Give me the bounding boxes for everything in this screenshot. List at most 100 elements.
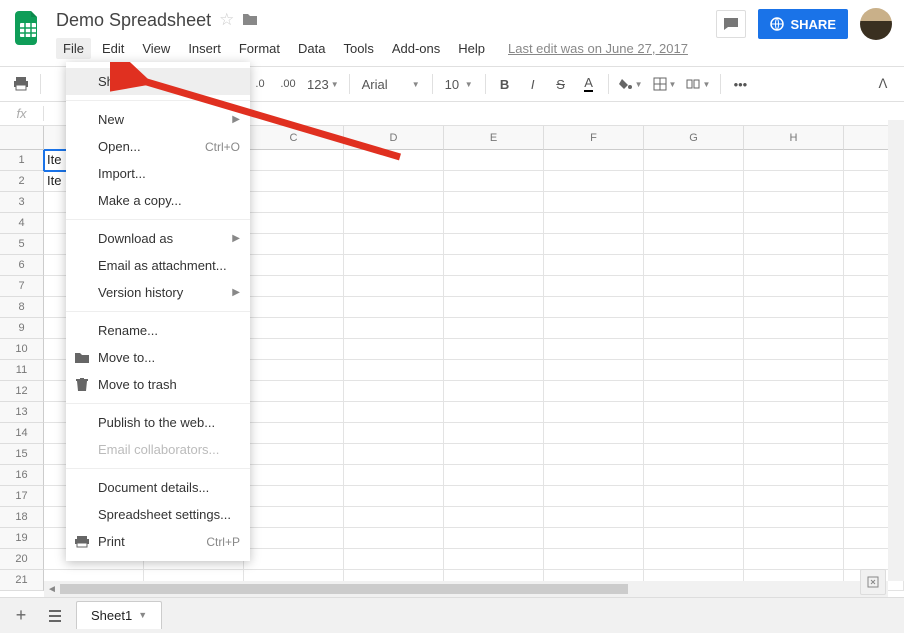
cell[interactable] xyxy=(644,150,744,171)
cell[interactable] xyxy=(344,234,444,255)
cell[interactable] xyxy=(544,549,644,570)
cell[interactable] xyxy=(244,444,344,465)
cell[interactable] xyxy=(344,339,444,360)
row-header[interactable]: 11 xyxy=(0,360,44,381)
column-header[interactable]: F xyxy=(544,126,644,150)
cell[interactable] xyxy=(444,297,544,318)
collapse-toolbar-button[interactable]: ᐱ xyxy=(870,71,896,97)
cell[interactable] xyxy=(344,528,444,549)
menu-view[interactable]: View xyxy=(135,38,177,59)
cell[interactable] xyxy=(244,339,344,360)
cell[interactable] xyxy=(244,255,344,276)
cell[interactable] xyxy=(444,423,544,444)
more-formats-dropdown[interactable]: 123▼ xyxy=(303,71,343,97)
file-menu-item[interactable]: Rename... xyxy=(66,317,250,344)
row-header[interactable]: 10 xyxy=(0,339,44,360)
cell[interactable] xyxy=(344,192,444,213)
cell[interactable] xyxy=(444,213,544,234)
document-title[interactable]: Demo Spreadsheet xyxy=(56,10,211,31)
file-menu-item[interactable]: Move to trash xyxy=(66,371,250,398)
file-menu-item[interactable]: Make a copy... xyxy=(66,187,250,214)
cell[interactable] xyxy=(644,507,744,528)
file-menu-item[interactable]: Import... xyxy=(66,160,250,187)
cell[interactable] xyxy=(244,192,344,213)
cell[interactable] xyxy=(544,276,644,297)
cell[interactable] xyxy=(744,360,844,381)
add-sheet-button[interactable]: + xyxy=(8,603,34,629)
file-menu-item[interactable]: Move to... xyxy=(66,344,250,371)
cell[interactable] xyxy=(444,528,544,549)
cell[interactable] xyxy=(244,528,344,549)
text-color-button[interactable]: A xyxy=(576,71,602,97)
row-header[interactable]: 13 xyxy=(0,402,44,423)
cell[interactable] xyxy=(744,318,844,339)
star-icon[interactable]: ☆ xyxy=(219,10,234,30)
select-all-corner[interactable] xyxy=(0,126,44,150)
row-header[interactable]: 19 xyxy=(0,528,44,549)
vertical-scrollbar[interactable] xyxy=(888,120,904,581)
row-header[interactable]: 5 xyxy=(0,234,44,255)
cell[interactable] xyxy=(644,297,744,318)
row-header[interactable]: 8 xyxy=(0,297,44,318)
move-folder-icon[interactable] xyxy=(242,12,258,29)
column-header[interactable]: C xyxy=(244,126,344,150)
italic-button[interactable]: I xyxy=(520,71,546,97)
cell[interactable] xyxy=(244,297,344,318)
cell[interactable] xyxy=(344,255,444,276)
cell[interactable] xyxy=(544,297,644,318)
account-avatar[interactable] xyxy=(860,8,892,40)
cell[interactable] xyxy=(744,444,844,465)
cell[interactable] xyxy=(344,549,444,570)
share-button[interactable]: SHARE xyxy=(758,9,848,39)
cell[interactable] xyxy=(544,150,644,171)
cell[interactable] xyxy=(244,171,344,192)
cell[interactable] xyxy=(344,444,444,465)
cell[interactable] xyxy=(444,486,544,507)
menu-edit[interactable]: Edit xyxy=(95,38,131,59)
row-header[interactable]: 18 xyxy=(0,507,44,528)
cell[interactable] xyxy=(244,402,344,423)
cell[interactable] xyxy=(444,339,544,360)
comments-button[interactable] xyxy=(716,10,746,38)
column-header[interactable]: D xyxy=(344,126,444,150)
cell[interactable] xyxy=(244,234,344,255)
cell[interactable] xyxy=(744,507,844,528)
cell[interactable] xyxy=(344,507,444,528)
row-header[interactable]: 16 xyxy=(0,465,44,486)
cell[interactable] xyxy=(544,423,644,444)
cell[interactable] xyxy=(544,465,644,486)
cell[interactable] xyxy=(244,465,344,486)
horizontal-scrollbar[interactable]: ◄► xyxy=(44,581,888,597)
cell[interactable] xyxy=(544,213,644,234)
menu-format[interactable]: Format xyxy=(232,38,287,59)
cell[interactable] xyxy=(644,339,744,360)
row-header[interactable]: 4 xyxy=(0,213,44,234)
cell[interactable] xyxy=(544,486,644,507)
menu-help[interactable]: Help xyxy=(451,38,492,59)
fill-color-button[interactable]: ▼ xyxy=(615,71,647,97)
cell[interactable] xyxy=(644,171,744,192)
column-header[interactable]: G xyxy=(644,126,744,150)
column-header[interactable]: E xyxy=(444,126,544,150)
cell[interactable] xyxy=(544,192,644,213)
cell[interactable] xyxy=(244,423,344,444)
cell[interactable] xyxy=(644,318,744,339)
row-header[interactable]: 6 xyxy=(0,255,44,276)
cell[interactable] xyxy=(344,318,444,339)
cell[interactable] xyxy=(344,150,444,171)
menu-add-ons[interactable]: Add-ons xyxy=(385,38,447,59)
cell[interactable] xyxy=(544,360,644,381)
cell[interactable] xyxy=(344,465,444,486)
all-sheets-button[interactable] xyxy=(42,603,68,629)
column-header[interactable]: H xyxy=(744,126,844,150)
cell[interactable] xyxy=(644,549,744,570)
cell[interactable] xyxy=(544,255,644,276)
cell[interactable] xyxy=(444,255,544,276)
borders-button[interactable]: ▼ xyxy=(649,71,681,97)
cell[interactable] xyxy=(544,444,644,465)
cell[interactable] xyxy=(744,381,844,402)
cell[interactable] xyxy=(644,528,744,549)
cell[interactable] xyxy=(544,318,644,339)
cell[interactable] xyxy=(744,213,844,234)
file-menu-item[interactable]: Document details... xyxy=(66,474,250,501)
